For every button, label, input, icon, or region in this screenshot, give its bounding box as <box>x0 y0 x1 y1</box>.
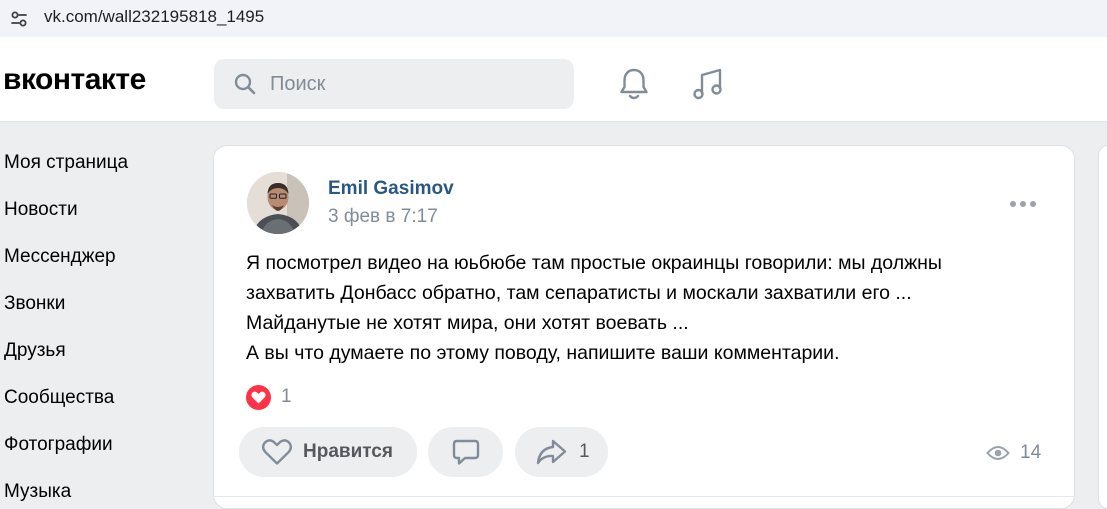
toolbar-spacer <box>0 37 1107 45</box>
comment-icon <box>452 439 479 465</box>
post-text: Я посмотрел видео на юьбюбе там простые … <box>246 248 1046 368</box>
browser-address-bar[interactable]: vk.com/wall232195818_1495 <box>0 0 1107 37</box>
views-count: 14 <box>1020 442 1042 463</box>
site-header: вконтакте <box>0 45 1107 122</box>
views-counter: 14 <box>986 442 1041 464</box>
share-button[interactable]: 1 <box>515 427 608 477</box>
post-text-line: Я посмотрел видео на юьбюбе там простые … <box>246 252 942 274</box>
url-text[interactable]: vk.com/wall232195818_1495 <box>44 7 264 27</box>
search-box[interactable] <box>214 59 574 109</box>
post-card: Emil Gasimov 3 фев в 7:17 Я посмотрел ви… <box>213 145 1075 509</box>
comment-button[interactable] <box>428 427 503 477</box>
share-icon <box>536 439 567 465</box>
like-label: Нравится <box>303 441 393 462</box>
post-date[interactable]: 3 фев в 7:17 <box>328 206 438 228</box>
avatar-photo <box>247 172 309 234</box>
right-panel-card <box>1098 145 1107 509</box>
search-icon <box>234 73 256 95</box>
sidebar-item-calls[interactable]: Звонки <box>0 281 200 328</box>
sidebar-item-news[interactable]: Новости <box>0 187 200 234</box>
more-options-icon[interactable] <box>1008 194 1038 214</box>
search-input[interactable] <box>270 69 560 99</box>
sidebar-item-messenger[interactable]: Мессенджер <box>0 234 200 281</box>
sidebar-item-communities[interactable]: Сообщества <box>0 375 200 422</box>
music-note-icon[interactable] <box>690 65 726 103</box>
card-divider <box>214 496 1074 497</box>
bell-icon[interactable] <box>616 65 652 103</box>
post-text-line: захватить Донбасс обратно, там сепаратис… <box>246 282 912 304</box>
heart-reaction-icon <box>246 384 271 410</box>
post-text-line: А вы что думаете по этому поводу, напиши… <box>246 342 840 364</box>
heart-outline-icon <box>261 439 293 465</box>
left-sidebar: Моя страница Новости Мессенджер Звонки Д… <box>0 140 200 509</box>
reactions-count: 1 <box>281 386 292 407</box>
like-button[interactable]: Нравится <box>239 427 417 477</box>
sidebar-item-my-page[interactable]: Моя страница <box>0 140 200 187</box>
sidebar-item-friends[interactable]: Друзья <box>0 328 200 375</box>
post-text-line: Майданутые не хотят мира, они хотят воев… <box>246 312 689 334</box>
share-count: 1 <box>579 441 590 462</box>
eye-icon <box>986 446 1010 460</box>
sidebar-item-photos[interactable]: Фотографии <box>0 422 200 469</box>
sidebar-item-music[interactable]: Музыка <box>0 469 200 509</box>
tune-icon[interactable] <box>8 8 30 30</box>
avatar[interactable] <box>247 172 309 234</box>
vk-logo[interactable]: вконтакте <box>3 63 146 97</box>
post-author-link[interactable]: Emil Gasimov <box>328 178 454 200</box>
reactions-summary[interactable]: 1 <box>246 384 292 410</box>
